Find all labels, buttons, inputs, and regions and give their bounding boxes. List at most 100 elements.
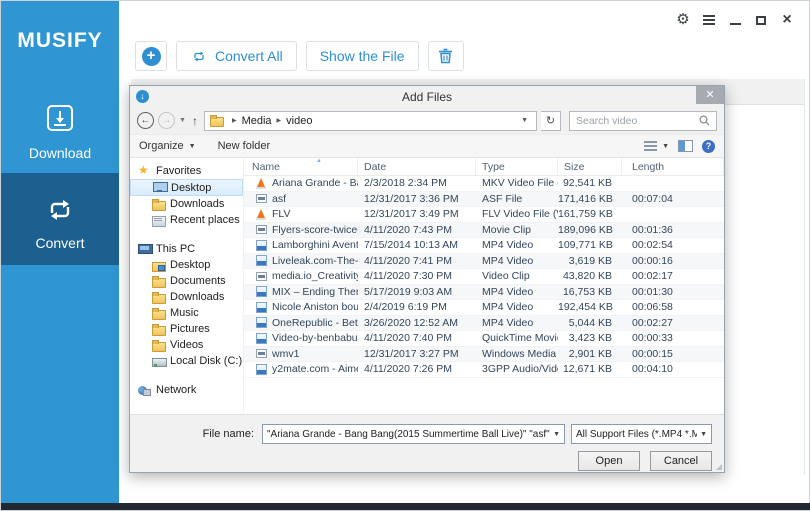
file-name-cell: asf: [244, 193, 358, 205]
file-name-cell: OneRepublic - Bett...: [244, 317, 358, 329]
tree-item-videos[interactable]: Videos: [130, 337, 243, 353]
file-list-panel: ▲ NameDateTypeSizeLength Ariana Grande -…: [244, 158, 724, 414]
file-type-cell: MP4 Video: [476, 286, 558, 298]
sidebar-item-download[interactable]: Download: [1, 99, 119, 173]
cancel-button[interactable]: Cancel: [650, 451, 712, 471]
file-date-cell: 3/26/2020 12:52 AM: [358, 317, 476, 329]
file-row[interactable]: FLV12/31/2017 3:49 PMFLV Video File (VLC…: [244, 207, 724, 223]
refresh-icon[interactable]: ↻: [541, 111, 561, 131]
tree-item-documents[interactable]: Documents: [130, 273, 243, 289]
tree-item-label: Downloads: [170, 291, 224, 303]
close-icon[interactable]: ×: [779, 12, 795, 28]
file-name-cell: Ariana Grande - Ba...: [244, 177, 358, 189]
file-name-text: Liveleak.com-The-c...: [272, 255, 358, 267]
help-icon[interactable]: ?: [702, 140, 715, 153]
minimize-icon[interactable]: [727, 12, 743, 28]
tree-item-favorites[interactable]: Favorites: [130, 163, 243, 179]
file-row[interactable]: media.io_Creativity ...4/11/2020 7:30 PM…: [244, 269, 724, 285]
address-dropdown-icon[interactable]: ▼: [521, 117, 531, 124]
column-header-date[interactable]: Date: [358, 158, 476, 175]
file-row[interactable]: wmv112/31/2017 3:27 PMWindows Media A...…: [244, 347, 724, 363]
breadcrumb-item[interactable]: video: [286, 115, 312, 127]
tree-item-downloads[interactable]: Downloads: [130, 289, 243, 305]
file-type-dropdown-icon[interactable]: ▼: [697, 431, 707, 438]
tree-item-this-pc[interactable]: This PC: [130, 241, 243, 257]
delete-button[interactable]: [428, 41, 464, 71]
new-folder-button[interactable]: New folder: [218, 140, 271, 152]
file-name-text: Ariana Grande - Ba...: [272, 177, 358, 189]
dialog-titlebar: ↓ Add Files ✕: [130, 86, 724, 107]
file-row[interactable]: Video-by-benbabusis4/11/2020 7:40 PMQuic…: [244, 331, 724, 347]
tree-item-network[interactable]: Network: [130, 382, 243, 398]
file-date-cell: 4/11/2020 7:40 PM: [358, 332, 476, 344]
file-name-combobox[interactable]: "Ariana Grande - Bang Bang(2015 Summerti…: [262, 424, 565, 444]
column-header-size[interactable]: Size: [558, 158, 622, 175]
dialog-content: FavoritesDesktopDownloadsRecent placesTh…: [130, 158, 724, 414]
file-name-text: Lamborghini Avent...: [272, 239, 358, 251]
view-dropdown-icon[interactable]: ▼: [662, 143, 669, 150]
file-row[interactable]: y2mate.com - Aime...4/11/2020 7:26 PM3GP…: [244, 362, 724, 378]
tree-item-label: Desktop: [171, 182, 211, 194]
tree-item-label: Music: [170, 307, 199, 319]
dialog-close-icon[interactable]: ✕: [696, 86, 724, 104]
file-row[interactable]: OneRepublic - Bett...3/26/2020 12:52 AMM…: [244, 316, 724, 332]
settings-icon[interactable]: ⚙: [675, 12, 691, 28]
file-row[interactable]: Ariana Grande - Ba...2/3/2018 2:34 PMMKV…: [244, 176, 724, 192]
menu-icon[interactable]: [701, 12, 717, 28]
file-row[interactable]: Liveleak.com-The-c...4/11/2020 7:41 PMMP…: [244, 254, 724, 270]
tree-item-music[interactable]: Music: [130, 305, 243, 321]
file-size-cell: 171,416 KB: [558, 193, 622, 205]
file-type-cell: MP4 Video: [476, 255, 558, 267]
search-box[interactable]: [569, 111, 717, 131]
tree-item-desktop[interactable]: Desktop: [130, 257, 243, 273]
file-size-cell: 109,771 KB: [558, 239, 622, 251]
film-file-icon: [256, 348, 267, 359]
file-name-cell: Liveleak.com-The-c...: [244, 255, 358, 267]
tree-item-pictures[interactable]: Pictures: [130, 321, 243, 337]
download-icon: [42, 103, 78, 137]
add-files-button[interactable]: +: [135, 41, 167, 71]
open-button[interactable]: Open: [578, 451, 640, 471]
tree-item-label: Pictures: [170, 323, 210, 335]
tree-item-label: Videos: [170, 339, 203, 351]
file-name-dropdown-icon[interactable]: ▼: [550, 431, 560, 438]
column-header-name[interactable]: Name: [244, 158, 358, 175]
up-icon[interactable]: ↑: [192, 114, 198, 128]
organize-button[interactable]: Organize ▼: [139, 140, 196, 152]
column-header-length[interactable]: Length: [622, 158, 724, 175]
breadcrumb-item[interactable]: Media: [242, 115, 272, 127]
back-icon[interactable]: ←: [137, 112, 154, 129]
list-view-icon[interactable]: [644, 141, 657, 151]
file-row[interactable]: Flyers-score-twice-i...4/11/2020 7:43 PM…: [244, 223, 724, 239]
tree-item-label: Documents: [170, 275, 226, 287]
tree-item-downloads[interactable]: Downloads: [130, 196, 243, 212]
star-icon: [138, 166, 151, 177]
history-dropdown-icon[interactable]: ▼: [179, 117, 186, 124]
sidebar-item-convert[interactable]: Convert: [1, 173, 119, 265]
file-length-cell: 00:02:54: [622, 239, 724, 251]
resize-grip[interactable]: ◢: [716, 462, 722, 471]
tree-item-local-disk-c-[interactable]: Local Disk (C:): [130, 353, 243, 369]
convert-all-button[interactable]: Convert All: [176, 41, 297, 71]
maximize-icon[interactable]: [753, 12, 769, 28]
new-folder-label: New folder: [218, 140, 271, 152]
file-type-select[interactable]: All Support Files (*.MP4 *.M4V * ▼: [571, 424, 712, 444]
tree-item-recent-places[interactable]: Recent places: [130, 212, 243, 228]
file-row[interactable]: asf12/31/2017 3:36 PMASF File171,416 KB0…: [244, 192, 724, 208]
preview-pane-icon[interactable]: [678, 140, 693, 152]
file-row[interactable]: Nicole Aniston bou...2/4/2019 6:19 PMMP4…: [244, 300, 724, 316]
file-row[interactable]: MIX – Ending Them...5/17/2019 9:03 AMMP4…: [244, 285, 724, 301]
search-input[interactable]: [576, 115, 699, 127]
file-name-text: MIX – Ending Them...: [272, 286, 358, 298]
breadcrumb-path: ▶Media▶video: [232, 115, 313, 127]
column-header-type[interactable]: Type: [476, 158, 558, 175]
show-the-file-button[interactable]: Show the File: [306, 41, 419, 71]
file-name-label: File name:: [203, 428, 254, 440]
file-length-cell: 00:00:15: [622, 348, 724, 360]
file-row[interactable]: Lamborghini Avent...7/15/2014 10:13 AMMP…: [244, 238, 724, 254]
folder-icon: [152, 276, 165, 287]
breadcrumb[interactable]: ▶Media▶video ▼: [204, 111, 537, 131]
tree-item-desktop[interactable]: Desktop: [130, 179, 243, 196]
file-date-cell: 4/11/2020 7:41 PM: [358, 255, 476, 267]
folder-icon: [152, 340, 165, 351]
